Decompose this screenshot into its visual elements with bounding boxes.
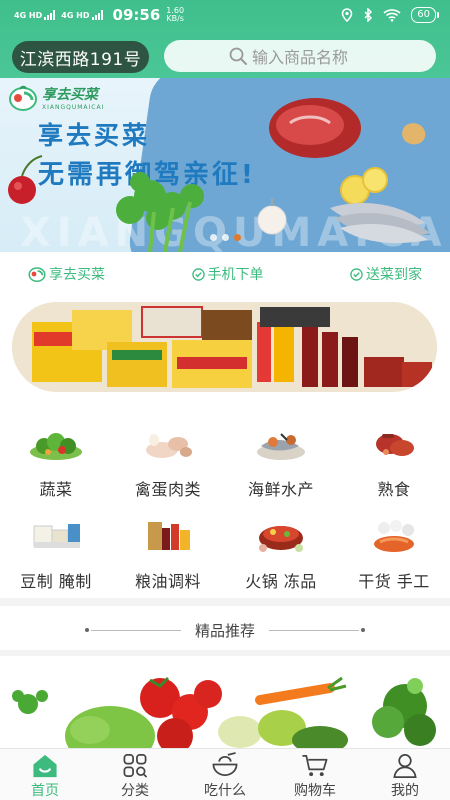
feature-order: 手机下单 <box>191 264 264 284</box>
pagination-dot[interactable] <box>210 234 217 241</box>
vegetables-icon <box>30 433 82 460</box>
tab-home[interactable]: 首页 <box>0 749 90 800</box>
product-promo-image[interactable] <box>12 302 437 392</box>
signal-label-2: 4G HD <box>61 11 90 20</box>
section-header: 精品推荐 <box>0 616 450 644</box>
bowl-icon <box>212 752 238 776</box>
promo-banner[interactable]: 享去买菜 XIANGQUMAICAI 享去买菜 无需再御驾亲征! XIANGQU… <box>0 78 450 252</box>
bottom-tab-bar: 首页 分类 吃什么 购物车 我的 <box>0 748 450 800</box>
category-icon <box>123 754 148 778</box>
check-circle-icon <box>191 267 205 281</box>
user-icon <box>393 754 417 778</box>
tab-mine[interactable]: 我的 <box>360 749 450 800</box>
bluetooth-icon <box>364 8 373 22</box>
category-label: 海鲜水产 <box>247 480 314 499</box>
feature-label: 送菜到家 <box>366 267 422 283</box>
search-input[interactable]: 输入商品名称 <box>164 40 436 72</box>
category-hotpot-frozen[interactable]: 火锅 冻品 <box>225 502 337 592</box>
status-bar: 4G HD 4G HD 09:56 1.60 KB/s 60 <box>0 0 450 30</box>
hotpot-frozen-icon <box>259 526 303 552</box>
tab-label: 购物车 <box>294 783 336 799</box>
banner-pagination[interactable] <box>210 234 241 241</box>
tofu-pickled-icon <box>33 524 80 548</box>
tab-category[interactable]: 分类 <box>90 749 180 800</box>
tab-cart[interactable]: 购物车 <box>270 749 360 800</box>
category-grain-oil[interactable]: 粮油调料 <box>112 502 224 592</box>
section-line-left <box>84 627 181 632</box>
category-label: 火锅 冻品 <box>245 572 317 591</box>
cart-icon <box>302 754 328 777</box>
tab-label: 我的 <box>391 783 419 799</box>
network-speed: 1.60 KB/s <box>166 7 184 23</box>
category-seafood[interactable]: 海鲜水产 <box>225 410 337 500</box>
cooked-food-icon <box>376 434 414 456</box>
category-label: 熟食 <box>377 480 411 499</box>
category-tofu-pickled[interactable]: 豆制 腌制 <box>0 502 112 592</box>
section-divider <box>0 598 450 606</box>
seafood-icon <box>257 433 305 460</box>
pagination-dot[interactable] <box>222 234 229 241</box>
featured-vegetables-banner[interactable] <box>0 656 450 748</box>
tab-label: 分类 <box>121 783 149 799</box>
clock: 09:56 <box>112 6 161 24</box>
category-label: 禽蛋肉类 <box>134 480 201 499</box>
category-label: 干货 手工 <box>358 572 430 591</box>
feature-brand: 享去买菜 <box>28 264 105 284</box>
battery-icon: 60 <box>411 7 439 23</box>
tab-what-to-eat[interactable]: 吃什么 <box>180 749 270 800</box>
speed-unit: KB/s <box>166 14 184 23</box>
section-title: 精品推荐 <box>194 621 255 640</box>
feature-label: 享去买菜 <box>49 267 105 283</box>
wifi-icon <box>383 9 401 22</box>
signal-icon-2: 4G HD <box>61 10 103 20</box>
category-label: 粮油调料 <box>134 572 201 591</box>
grain-oil-icon <box>148 522 190 550</box>
category-cooked-food[interactable]: 熟食 <box>338 410 450 500</box>
category-vegetables[interactable]: 蔬菜 <box>0 410 112 500</box>
feature-label: 手机下单 <box>207 267 264 283</box>
vegetables-illustration <box>12 676 436 748</box>
service-features: 享去买菜 手机下单 送菜到家 <box>0 258 450 290</box>
section-line-right <box>269 627 365 632</box>
search-placeholder: 输入商品名称 <box>252 48 349 67</box>
category-dried-goods[interactable]: 干货 手工 <box>338 502 450 592</box>
search-icon <box>229 47 247 65</box>
location-icon <box>341 8 353 22</box>
dried-goods-icon <box>374 520 414 552</box>
seasoning-products-illustration <box>12 302 437 392</box>
category-label: 豆制 腌制 <box>20 572 92 591</box>
home-icon <box>33 754 57 778</box>
signal-label-1: 4G HD <box>14 11 43 20</box>
address-selector[interactable]: 江滨西路191号 <box>12 41 149 73</box>
tab-label: 吃什么 <box>204 783 246 799</box>
tab-label: 首页 <box>31 783 59 799</box>
category-label: 蔬菜 <box>39 480 73 499</box>
check-circle-icon <box>350 267 363 281</box>
signal-icon: 4G HD <box>14 10 56 20</box>
pagination-dot-active[interactable] <box>234 234 241 241</box>
feature-delivery: 送菜到家 <box>350 264 422 284</box>
brand-logo-icon <box>28 267 46 282</box>
banner-produce-illustration <box>8 98 430 252</box>
category-poultry-meat[interactable]: 禽蛋肉类 <box>112 410 224 500</box>
poultry-meat-icon <box>146 434 192 458</box>
